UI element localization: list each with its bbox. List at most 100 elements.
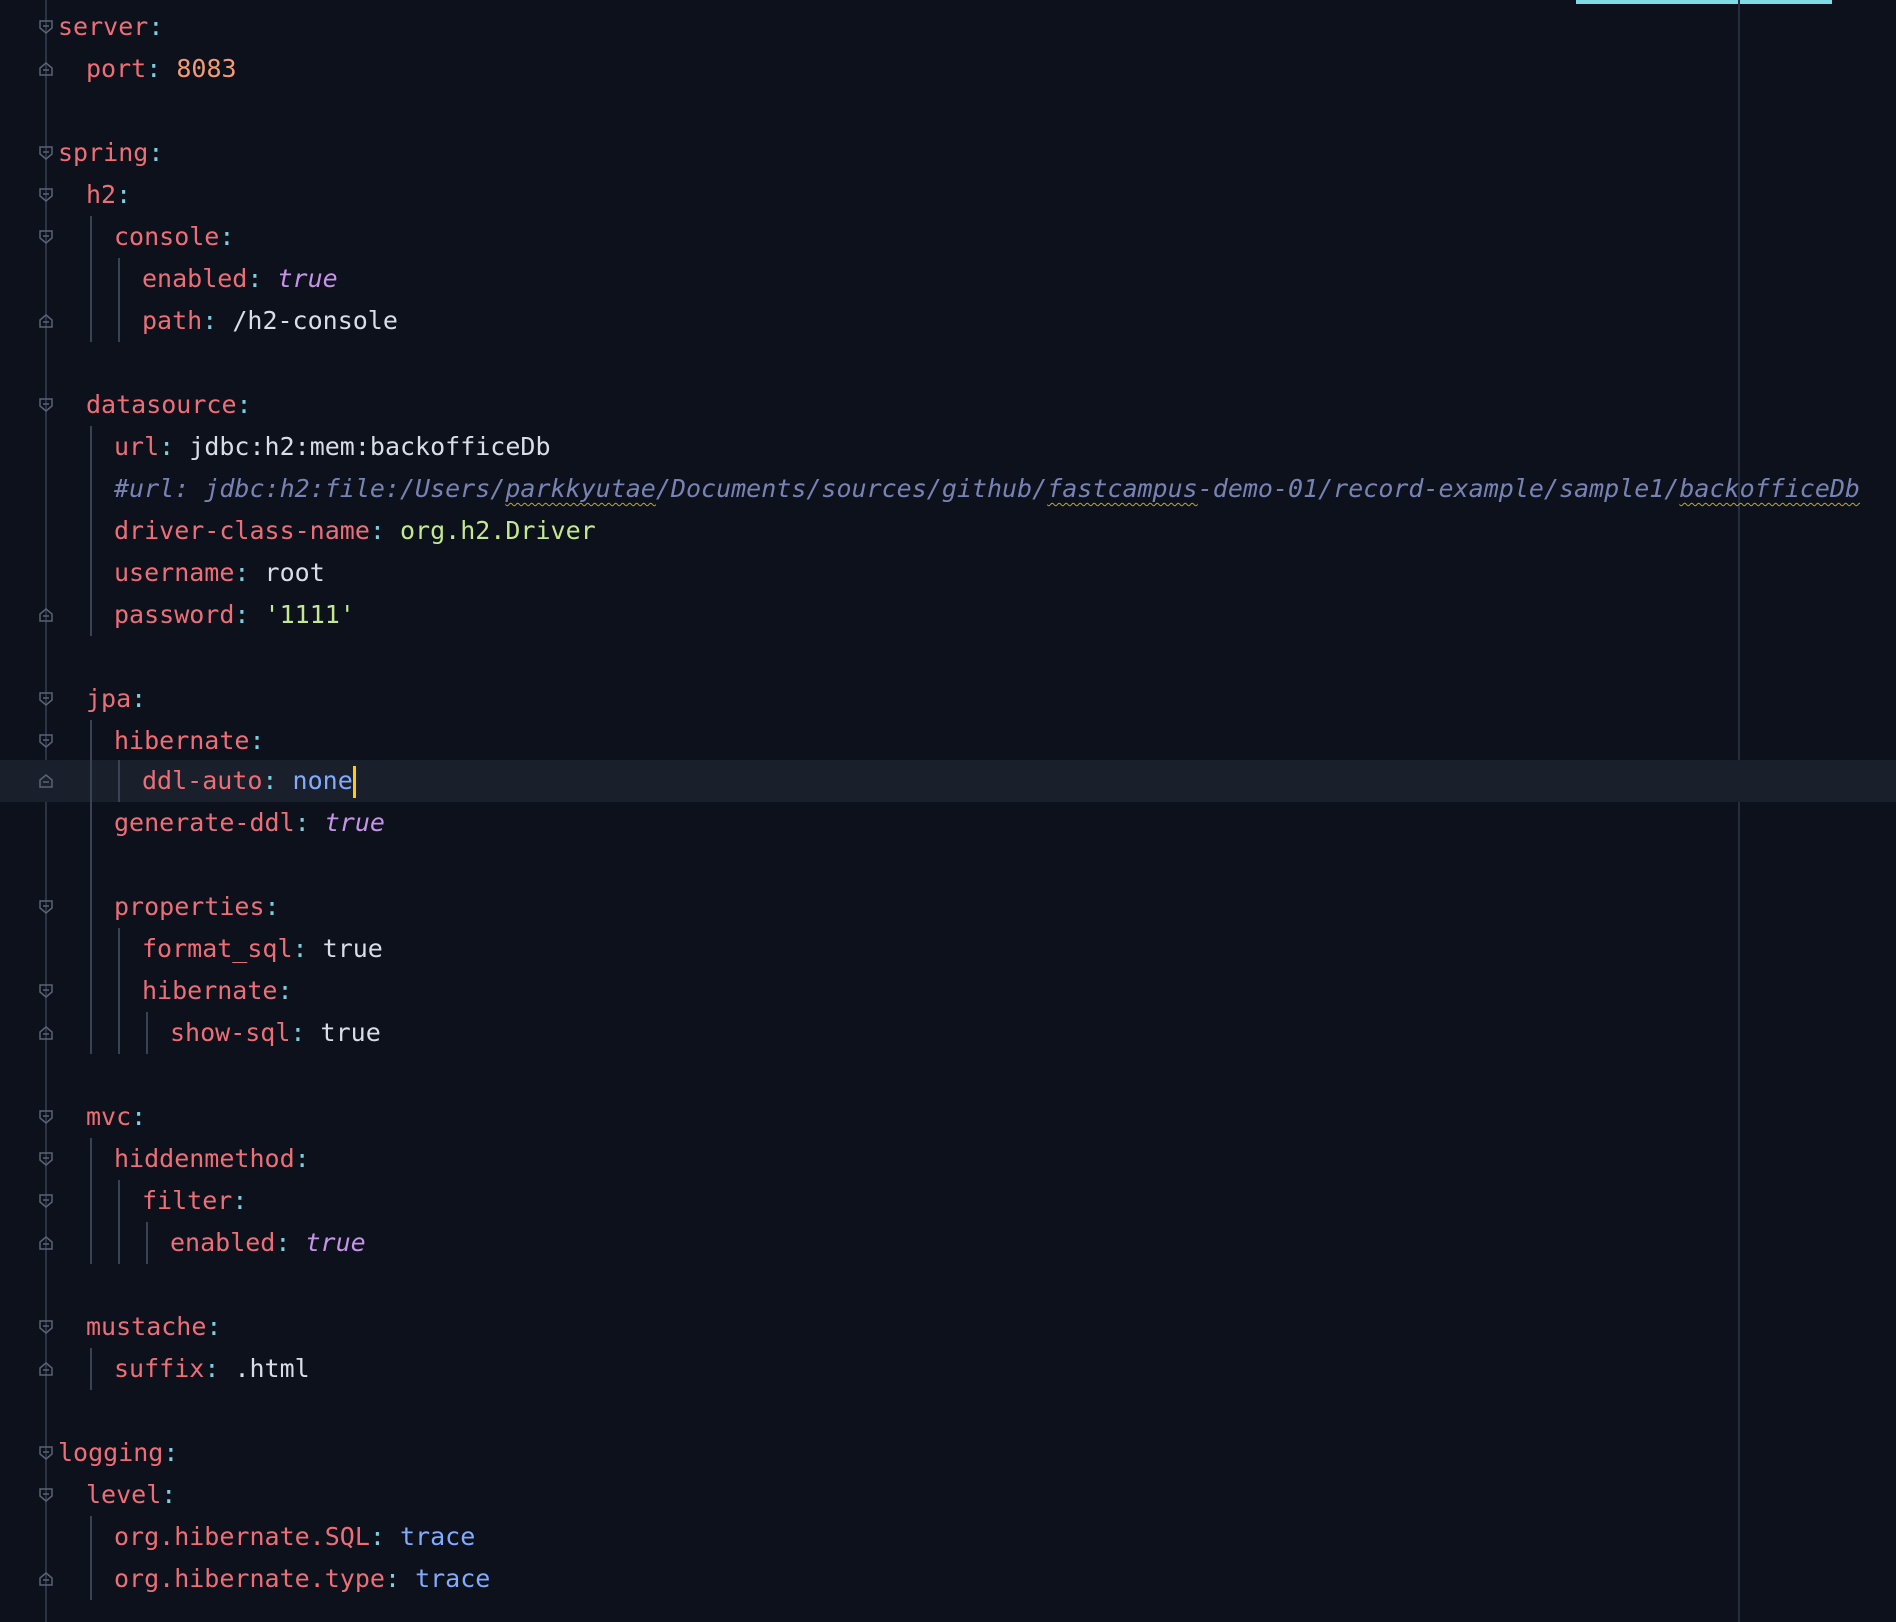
indent-guide	[90, 258, 92, 300]
fold-open-icon[interactable]	[39, 984, 53, 998]
fold-close-icon[interactable]	[39, 608, 53, 622]
yaml-colon: :	[262, 766, 278, 795]
indent-guide	[90, 1558, 92, 1600]
spellcheck-word: parkkyutae	[505, 474, 656, 503]
yaml-value: none	[292, 766, 353, 795]
fold-open-icon[interactable]	[39, 146, 53, 160]
code-line[interactable]: show-sql: true	[0, 1012, 1896, 1054]
yaml-colon: :	[236, 390, 252, 419]
fold-open-icon[interactable]	[39, 20, 53, 34]
code-line[interactable]: jpa:	[0, 678, 1896, 720]
indent-guide	[90, 720, 92, 762]
code-line[interactable]: driver-class-name: org.h2.Driver	[0, 510, 1896, 552]
code-line[interactable]: org.hibernate.type: trace	[0, 1558, 1896, 1600]
yaml-key: path	[142, 306, 203, 335]
code-line[interactable]	[0, 844, 1896, 886]
indent-guide	[90, 802, 92, 844]
yaml-key: datasource	[86, 390, 237, 419]
yaml-colon: :	[290, 1018, 306, 1047]
yaml-colon: :	[384, 1564, 400, 1593]
code-line[interactable]: port: 8083	[0, 48, 1896, 90]
yaml-colon: :	[294, 1144, 310, 1173]
fold-open-icon[interactable]	[39, 188, 53, 202]
code-editor[interactable]: server: port: 8083 spring: h2: console: …	[0, 0, 1896, 1622]
fold-close-icon[interactable]	[39, 1236, 53, 1250]
code-line[interactable]: hiddenmethod:	[0, 1138, 1896, 1180]
code-line[interactable]: username: root	[0, 552, 1896, 594]
code-line[interactable]: properties:	[0, 886, 1896, 928]
indent-guide	[90, 1180, 92, 1222]
yaml-value: org.h2.Driver	[400, 516, 596, 545]
yaml-value: true	[277, 264, 338, 293]
code-line[interactable]: url: jdbc:h2:mem:backofficeDb	[0, 426, 1896, 468]
yaml-key: spring	[58, 138, 149, 167]
yaml-value: trace	[415, 1564, 491, 1593]
yaml-colon: :	[369, 516, 385, 545]
yaml-key: org.hibernate.SQL	[114, 1522, 370, 1551]
indent-guide	[90, 886, 92, 928]
code-line[interactable]: path: /h2-console	[0, 300, 1896, 342]
fold-open-icon[interactable]	[39, 1152, 53, 1166]
yaml-colon: :	[219, 222, 235, 251]
fold-open-icon[interactable]	[39, 692, 53, 706]
current-line-highlight[interactable]: ddl-auto: none	[0, 760, 1896, 802]
indent-guide	[90, 760, 92, 802]
code-line[interactable]: server:	[0, 6, 1896, 48]
code-line[interactable]: filter:	[0, 1180, 1896, 1222]
indent-guide	[146, 1012, 148, 1054]
yaml-value: .html	[234, 1354, 310, 1383]
yaml-value: root	[264, 558, 325, 587]
yaml-colon: :	[275, 1228, 291, 1257]
code-line[interactable]: #url: jdbc:h2:file:/Users/parkkyutae/Doc…	[0, 468, 1896, 510]
code-line[interactable]: console:	[0, 216, 1896, 258]
yaml-value: 8083	[176, 54, 237, 83]
yaml-value: true	[305, 1228, 366, 1257]
code-line[interactable]: enabled: true	[0, 258, 1896, 300]
fold-open-icon[interactable]	[39, 1110, 53, 1124]
fold-open-icon[interactable]	[39, 1488, 53, 1502]
code-line[interactable]: password: '1111'	[0, 594, 1896, 636]
indent-guide	[90, 1348, 92, 1390]
code-line[interactable]: suffix: .html	[0, 1348, 1896, 1390]
yaml-key: logging	[58, 1438, 164, 1467]
fold-open-icon[interactable]	[39, 900, 53, 914]
yaml-key: hibernate	[142, 976, 278, 1005]
indent-guide	[90, 970, 92, 1012]
yaml-key: jpa	[86, 684, 132, 713]
fold-open-icon[interactable]	[39, 734, 53, 748]
fold-open-icon[interactable]	[39, 1446, 53, 1460]
fold-close-icon[interactable]	[39, 1026, 53, 1040]
code-line[interactable]: enabled: true	[0, 1222, 1896, 1264]
fold-close-icon[interactable]	[39, 1572, 53, 1586]
fold-close-icon[interactable]	[39, 774, 53, 788]
code-line[interactable]: h2:	[0, 174, 1896, 216]
code-line[interactable]: hibernate:	[0, 720, 1896, 762]
fold-close-icon[interactable]	[39, 314, 53, 328]
fold-open-icon[interactable]	[39, 1194, 53, 1208]
fold-open-icon[interactable]	[39, 230, 53, 244]
yaml-colon: :	[232, 1186, 248, 1215]
fold-open-icon[interactable]	[39, 398, 53, 412]
code-line[interactable]: hibernate:	[0, 970, 1896, 1012]
spellcheck-word: fastcampus	[1047, 474, 1198, 503]
code-line[interactable]: mvc:	[0, 1096, 1896, 1138]
code-line[interactable]: logging:	[0, 1432, 1896, 1474]
fold-open-icon[interactable]	[39, 1320, 53, 1334]
yaml-value: true	[322, 934, 383, 963]
code-line[interactable]: level:	[0, 1474, 1896, 1516]
code-line[interactable]: format_sql: true	[0, 928, 1896, 970]
yaml-colon: :	[159, 432, 175, 461]
indent-guide	[118, 1180, 120, 1222]
yaml-key: mustache	[86, 1312, 207, 1341]
yaml-colon: :	[131, 684, 147, 713]
fold-close-icon[interactable]	[39, 62, 53, 76]
code-line[interactable]: datasource:	[0, 384, 1896, 426]
yaml-colon: :	[163, 1438, 179, 1467]
code-line[interactable]: org.hibernate.SQL: trace	[0, 1516, 1896, 1558]
code-line[interactable]: generate-ddl: true	[0, 802, 1896, 844]
spellcheck-word: backofficeDb	[1679, 474, 1860, 503]
fold-close-icon[interactable]	[39, 1362, 53, 1376]
code-line[interactable]: spring:	[0, 132, 1896, 174]
yaml-colon: :	[234, 600, 250, 629]
code-line[interactable]: mustache:	[0, 1306, 1896, 1348]
